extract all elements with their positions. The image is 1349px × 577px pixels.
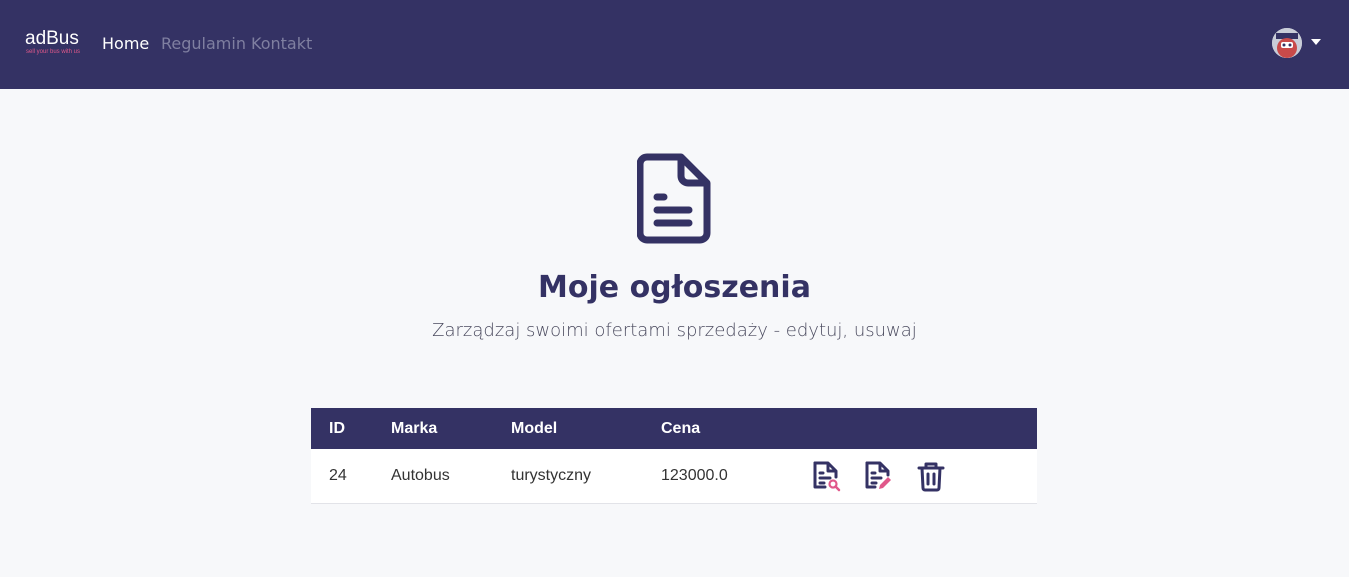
- page-subtitle: Zarządzaj swoimi ofertami sprzedaży - ed…: [432, 320, 917, 341]
- brand-tagline: sell your bus with us: [26, 49, 81, 55]
- document-icon: [636, 153, 711, 244]
- cell-actions: [811, 449, 1037, 503]
- header-actions: [811, 408, 1037, 449]
- nav-home-link[interactable]: Home: [102, 34, 149, 54]
- header-model: Model: [511, 419, 558, 437]
- header-id: ID: [329, 419, 345, 437]
- cell-model: turystyczny: [511, 466, 592, 484]
- navbar: adBus sell your bus with us Home Regulam…: [0, 0, 1349, 89]
- cell-marka: Autobus: [391, 466, 450, 484]
- nav-kontakt-link[interactable]: Kontakt: [251, 34, 312, 54]
- document-edit-icon[interactable]: [863, 460, 893, 492]
- header-cena: Cena: [661, 419, 701, 437]
- table-row: 24 Autobus turystyczny 123000.0: [311, 449, 1037, 503]
- listings-table: ID Marka Model Cena 24 Autobus turystycz…: [311, 408, 1037, 504]
- cell-cena: 123000.0: [661, 466, 728, 484]
- chevron-down-icon: [1311, 39, 1321, 45]
- document-search-icon[interactable]: [811, 460, 841, 492]
- page-title: Moje ogłoszenia: [538, 270, 811, 305]
- trash-icon[interactable]: [916, 460, 946, 492]
- brand-name: adBus: [25, 28, 79, 49]
- nav-regulamin-link[interactable]: Regulamin: [161, 34, 246, 54]
- table-header-row: ID Marka Model Cena: [311, 408, 1037, 449]
- user-menu-dropdown[interactable]: [1272, 28, 1324, 58]
- header-marka: Marka: [391, 419, 438, 437]
- cell-id: 24: [329, 466, 347, 484]
- brand-logo[interactable]: adBus sell your bus with us: [25, 28, 89, 58]
- avatar[interactable]: [1272, 28, 1302, 58]
